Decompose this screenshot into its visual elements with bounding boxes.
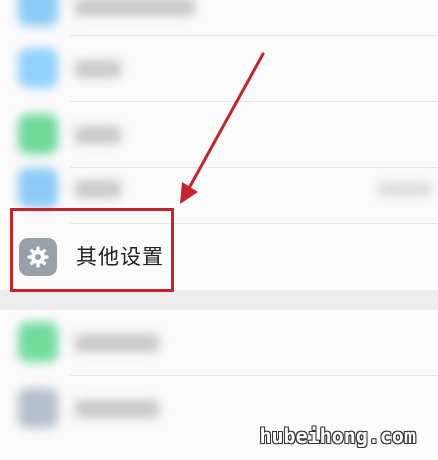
watermark-text: hubeihong.com bbox=[259, 424, 416, 448]
list-item-placeholder bbox=[75, 334, 159, 352]
list-item[interactable] bbox=[0, 158, 438, 224]
list-item-placeholder bbox=[75, 126, 121, 144]
app-icon bbox=[18, 388, 58, 428]
other-settings-label: 其他设置 bbox=[76, 245, 164, 269]
list-item[interactable] bbox=[0, 310, 438, 376]
list-item[interactable] bbox=[0, 0, 438, 36]
list-item-value-placeholder bbox=[378, 182, 432, 196]
list-item[interactable] bbox=[0, 36, 438, 102]
list-item-placeholder bbox=[75, 400, 159, 418]
app-icon bbox=[18, 168, 58, 208]
settings-screen: 其他设置 hubeihong.com bbox=[0, 0, 438, 460]
app-icon bbox=[18, 322, 58, 362]
section-divider bbox=[0, 290, 438, 310]
app-icon bbox=[18, 48, 58, 88]
app-icon bbox=[18, 0, 58, 26]
list-item-placeholder bbox=[75, 60, 121, 78]
gear-icon bbox=[19, 238, 57, 276]
app-icon bbox=[18, 114, 58, 154]
list-item-placeholder bbox=[75, 0, 195, 16]
list-item-placeholder bbox=[75, 180, 121, 198]
other-settings-item[interactable]: 其他设置 bbox=[0, 224, 438, 290]
